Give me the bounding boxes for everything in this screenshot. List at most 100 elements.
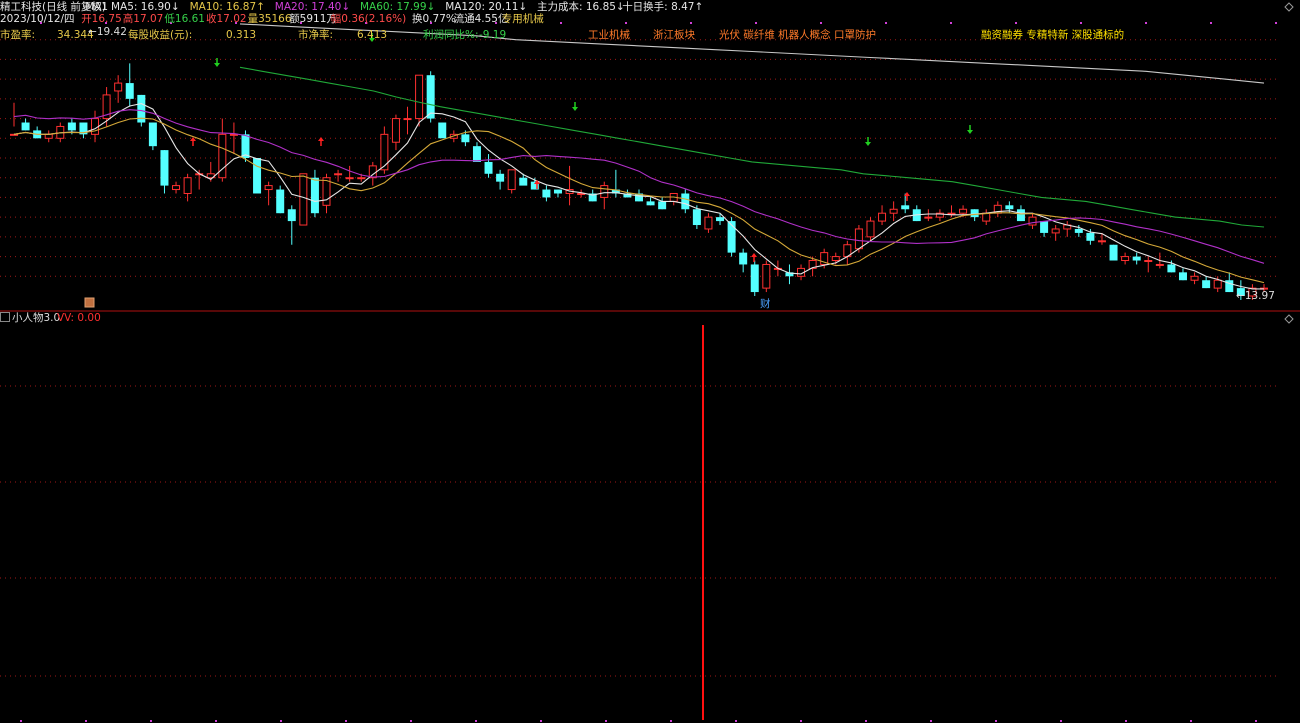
dot-marker-bottom	[475, 720, 477, 722]
low-price-label: ←13.97	[1236, 290, 1275, 302]
dot-marker	[820, 22, 822, 24]
dot-marker	[1015, 22, 1017, 24]
candle-body-up	[831, 256, 840, 262]
dot-marker-bottom	[995, 720, 997, 722]
candle-body-up	[415, 74, 424, 120]
dot-marker	[625, 22, 627, 24]
hdr3-item: 浙江板块	[653, 29, 695, 41]
dot-marker	[1210, 22, 1212, 24]
candle-body-down	[519, 177, 528, 186]
candle-body-up	[345, 177, 354, 180]
candle-body-down	[67, 122, 76, 131]
candle-body-down	[276, 189, 285, 214]
indicator-param: VV: 0.00	[57, 312, 101, 324]
candle-body-down	[553, 189, 562, 194]
dot-marker	[1080, 22, 1082, 24]
hdr3-item: -9.19	[479, 29, 507, 41]
candle-body-down	[310, 177, 319, 214]
hdr3-item: 市净率:	[298, 29, 334, 41]
hdr3-item: 每股收益(元):	[128, 29, 193, 41]
buy-arrow-icon	[751, 253, 757, 257]
candle-body-up	[866, 220, 875, 238]
candle-body-down	[1005, 205, 1014, 210]
candle-body-up	[1213, 279, 1222, 289]
hdr2-item: 额5911万	[289, 13, 337, 25]
candle-body-down	[160, 150, 169, 186]
candle-body-down	[727, 221, 736, 253]
hdr2-item: 低16.61	[164, 13, 205, 25]
ma5-line	[13, 103, 1264, 290]
candle-body-down	[970, 209, 979, 218]
finance-marker[interactable]: 财	[760, 298, 771, 310]
candle-body-down	[496, 173, 505, 182]
candle-body-down	[1086, 232, 1095, 241]
dot-marker-bottom	[540, 720, 542, 722]
candle-body-up	[959, 208, 968, 214]
dot-marker	[560, 22, 562, 24]
candle-body-up	[854, 228, 863, 250]
candle-body-up	[1155, 263, 1164, 266]
candle-body-up	[10, 133, 18, 136]
hdr2-item: 换0.77%	[412, 13, 456, 25]
candle-body-down	[681, 193, 690, 210]
candle-body-down	[646, 201, 655, 206]
hdr3-item: 工业机械	[588, 29, 630, 41]
candle-body-up	[183, 177, 192, 194]
candle-body-up	[889, 208, 898, 214]
candle-body-down	[1132, 256, 1141, 261]
dot-marker-bottom	[20, 720, 22, 722]
candle-body-up	[172, 185, 181, 191]
candle-body-down	[461, 134, 470, 143]
candle-body-down	[739, 252, 748, 265]
ma60-line	[239, 66, 1265, 228]
dot-marker-bottom	[215, 720, 217, 722]
buy-arrow-icon	[318, 137, 324, 141]
candle-body-up	[762, 263, 771, 289]
candle-body-down	[426, 75, 435, 119]
expand-icon[interactable]	[1284, 2, 1294, 12]
price-chart[interactable]	[0, 0, 1300, 723]
hdr3-item: 市盈率:	[0, 29, 36, 41]
candle-body-up	[264, 185, 273, 191]
indicator-flag-icon	[0, 312, 10, 322]
dot-marker	[755, 22, 757, 24]
dot-marker-bottom	[670, 720, 672, 722]
dot-marker	[1275, 22, 1277, 24]
candle-body-down	[148, 122, 157, 147]
candle-body-down	[1040, 221, 1049, 233]
candle-body-up	[44, 133, 53, 139]
hdr1-item: MA20: 17.40↓	[274, 1, 351, 13]
dot-marker-bottom	[800, 720, 802, 722]
hdr2-item: 流通4.55亿	[453, 13, 509, 25]
hdr1-item: MA5: 16.90↓	[111, 1, 180, 13]
candle-body-up	[947, 212, 956, 215]
candle-body-down	[287, 209, 296, 222]
candle-body-up	[1051, 228, 1060, 234]
dot-marker-bottom	[865, 720, 867, 722]
hdr1-item: MA60: 17.99↓	[360, 1, 436, 13]
candle-body-down	[542, 189, 551, 198]
dot-marker-bottom	[1255, 720, 1257, 722]
hdr2-item: 专用机械	[501, 13, 544, 25]
hdr1-item: 十日换手: 8.47↑	[622, 1, 704, 13]
candle-body-up	[878, 212, 887, 222]
candle-body-up	[924, 216, 933, 219]
hdr3-item: 6.413	[357, 29, 388, 41]
candle-body-down	[21, 122, 30, 131]
dot-marker-bottom	[345, 720, 347, 722]
candle-body-up	[403, 118, 412, 121]
candle-body-down	[472, 146, 481, 162]
candle-body-up	[299, 173, 308, 226]
candle-body-down	[716, 217, 725, 222]
candle-body-down	[1016, 209, 1025, 222]
dot-marker-bottom	[280, 720, 282, 722]
candle-body-up	[334, 173, 343, 176]
hdr2-item: 量35166	[247, 13, 292, 25]
candle-body-up	[1097, 240, 1106, 243]
candle-body-up	[1028, 216, 1037, 226]
indicator-name[interactable]: 小人物3.0	[0, 312, 60, 324]
dot-marker-bottom	[1125, 720, 1127, 722]
indicator-expand-icon[interactable]	[1284, 314, 1294, 324]
dot-marker	[1145, 22, 1147, 24]
candle-body-down	[438, 122, 447, 139]
